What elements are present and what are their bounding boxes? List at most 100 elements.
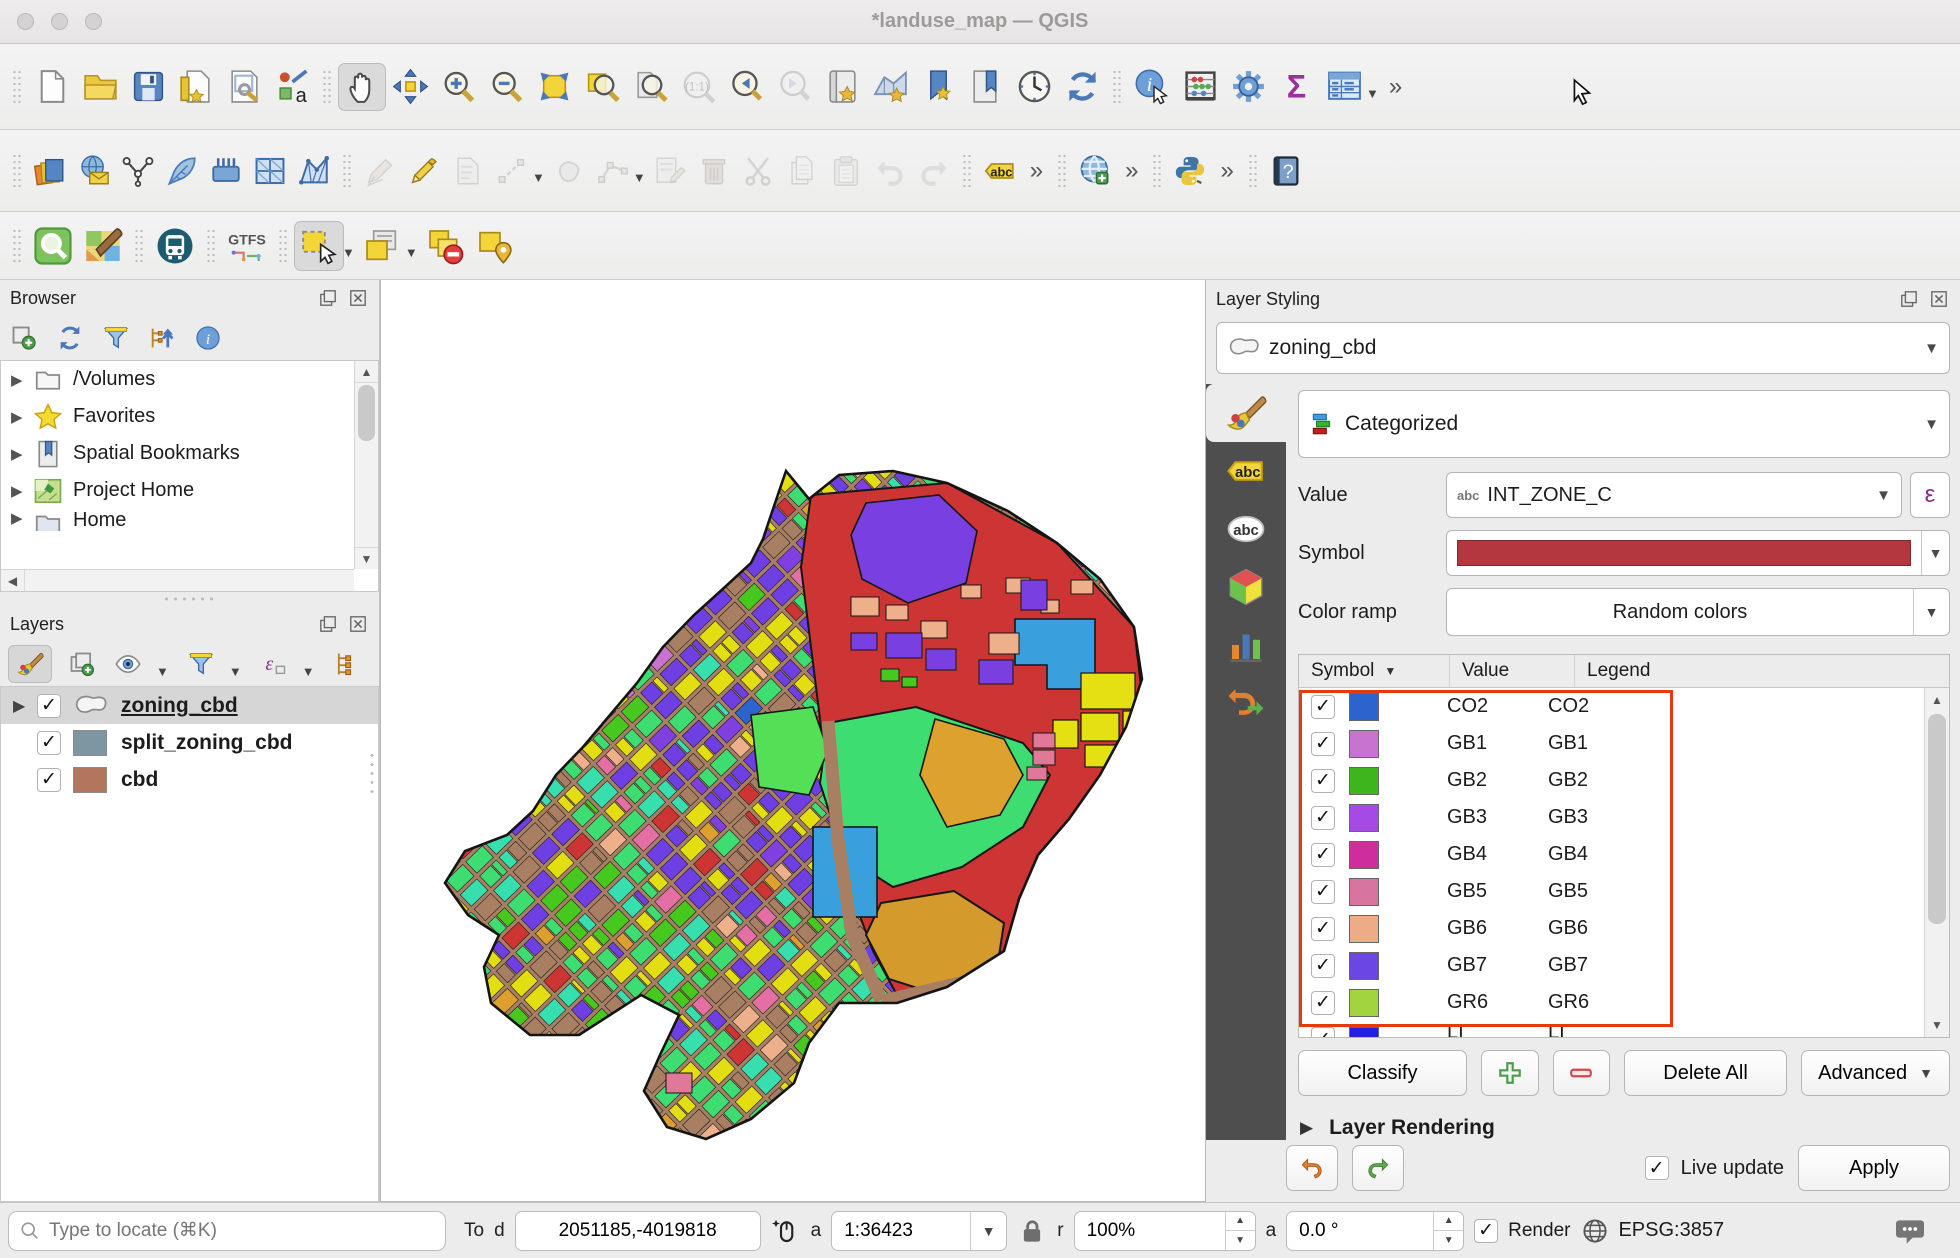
layer-visibility-checkbox[interactable]: ✓ xyxy=(37,694,61,718)
category-symbol[interactable] xyxy=(1349,1027,1379,1037)
panel-edge-handle[interactable] xyxy=(369,751,375,797)
identify-features-button[interactable]: i xyxy=(1128,63,1176,111)
live-update-checkbox[interactable]: ✓ xyxy=(1645,1156,1669,1180)
remove-category-button[interactable] xyxy=(1553,1050,1611,1096)
expander-icon[interactable]: ▶ xyxy=(13,696,37,716)
pan-to-selection-button[interactable] xyxy=(386,63,434,111)
new-geopackage-layer-button[interactable] xyxy=(160,149,204,193)
mouse-position-icon[interactable] xyxy=(771,1216,801,1246)
category-checkbox[interactable]: ✓ xyxy=(1311,806,1335,830)
browser-close-button[interactable] xyxy=(347,287,369,309)
tab-symbology[interactable] xyxy=(1206,384,1286,442)
category-row[interactable]: ✓GB6GB6 xyxy=(1299,910,1924,947)
browser-item-spatial-bookmarks[interactable]: ▶ Spatial Bookmarks xyxy=(1,435,378,472)
python-console-button[interactable] xyxy=(1168,149,1212,193)
category-row[interactable]: ✓GB1GB1 xyxy=(1299,725,1924,762)
category-row[interactable]: ✓GB2GB2 xyxy=(1299,762,1924,799)
sort-by-legend-header[interactable]: Legend xyxy=(1587,660,1949,682)
zoom-out-button[interactable] xyxy=(482,63,530,111)
layers-close-button[interactable] xyxy=(347,613,369,635)
browser-refresh-button[interactable] xyxy=(54,322,86,354)
web-toolbar-overflow[interactable]: » xyxy=(1117,157,1146,185)
category-row[interactable]: ✓GB3GB3 xyxy=(1299,799,1924,836)
web-plugin-button[interactable] xyxy=(1073,149,1117,193)
label-toolbar-overflow[interactable]: » xyxy=(1022,157,1051,185)
crs-status[interactable]: EPSG:3857 xyxy=(1580,1216,1724,1246)
zoom-in-button[interactable] xyxy=(434,63,482,111)
paste-features-button[interactable] xyxy=(824,149,868,193)
zoom-full-button[interactable] xyxy=(530,63,578,111)
style-manager-button[interactable]: a xyxy=(268,63,316,111)
category-row[interactable]: ✓GB4GB4 xyxy=(1299,836,1924,873)
new-3d-map-view-button[interactable] xyxy=(866,63,914,111)
layer-item-cbd[interactable]: ✓ cbd xyxy=(1,761,378,798)
map-canvas[interactable] xyxy=(380,280,1206,1202)
scrollbar-thumb[interactable] xyxy=(1928,714,1946,924)
category-symbol[interactable] xyxy=(1349,878,1379,906)
python-toolbar-overflow[interactable]: » xyxy=(1212,157,1241,185)
move-feature-button[interactable] xyxy=(547,149,591,193)
open-layer-styling-button[interactable] xyxy=(8,645,52,683)
tab-labels[interactable]: abc xyxy=(1206,442,1286,500)
category-row[interactable]: ✓GB7GB7 xyxy=(1299,947,1924,984)
styling-float-button[interactable] xyxy=(1898,288,1920,310)
browser-collapse-all-button[interactable] xyxy=(146,322,178,354)
browser-item-project-home[interactable]: ▶ Project Home xyxy=(1,472,378,509)
zoom-next-button[interactable] xyxy=(770,63,818,111)
add-raster-layer-button[interactable] xyxy=(248,149,292,193)
refresh-map-button[interactable] xyxy=(1058,63,1106,111)
vertex-tool-button[interactable] xyxy=(591,149,635,193)
toolbar-handle[interactable] xyxy=(278,228,288,264)
open-project-button[interactable] xyxy=(76,63,124,111)
undo-button[interactable] xyxy=(868,149,912,193)
category-symbol[interactable] xyxy=(1349,989,1379,1017)
scale-input[interactable] xyxy=(832,1220,970,1242)
expander-icon[interactable]: ▶ xyxy=(11,408,33,426)
spin-down-icon[interactable]: ▼ xyxy=(1434,1231,1463,1250)
style-undo-button[interactable] xyxy=(1286,1145,1338,1191)
spin-up-icon[interactable]: ▲ xyxy=(1226,1212,1255,1232)
browser-item-favorites[interactable]: ▶ Favorites xyxy=(1,398,378,435)
value-field-selector[interactable]: abc INT_ZONE_C ▼ xyxy=(1446,472,1902,518)
category-checkbox[interactable]: ✓ xyxy=(1311,732,1335,756)
help-button[interactable]: ? xyxy=(1264,149,1308,193)
browser-add-layer-button[interactable] xyxy=(8,322,40,354)
toolbar-handle[interactable] xyxy=(962,153,972,189)
category-symbol[interactable] xyxy=(1349,915,1379,943)
browser-float-button[interactable] xyxy=(317,287,339,309)
data-source-manager-button[interactable] xyxy=(28,149,72,193)
category-checkbox[interactable]: ✓ xyxy=(1311,991,1335,1015)
category-row[interactable]: ✓GR6GR6 xyxy=(1299,984,1924,1021)
category-symbol[interactable] xyxy=(1349,730,1379,758)
manage-map-themes-button[interactable] xyxy=(112,648,144,680)
sort-by-symbol-header[interactable]: Symbol▼ xyxy=(1299,660,1449,682)
renderer-selector[interactable]: Categorized ▼ xyxy=(1298,390,1950,458)
select-features-button[interactable] xyxy=(294,221,344,271)
current-edits-button[interactable] xyxy=(358,149,402,193)
category-checkbox[interactable]: ✓ xyxy=(1311,695,1335,719)
tab-history[interactable] xyxy=(1206,674,1286,732)
tab-3d-view[interactable] xyxy=(1206,558,1286,616)
category-row[interactable]: ✓GB5GB5 xyxy=(1299,873,1924,910)
magnifier-spinbox[interactable]: ▲▼ xyxy=(1074,1211,1256,1251)
messages-icon[interactable] xyxy=(1892,1215,1928,1247)
spin-up-icon[interactable]: ▲ xyxy=(1434,1212,1463,1232)
scroll-up-icon[interactable]: ▲ xyxy=(355,361,378,383)
category-checkbox[interactable]: ✓ xyxy=(1311,1027,1335,1037)
new-map-view-button[interactable] xyxy=(818,63,866,111)
chevron-down-icon[interactable]: ▼ xyxy=(970,1212,1006,1250)
category-checkbox[interactable]: ✓ xyxy=(1311,954,1335,978)
toolbar-handle[interactable] xyxy=(322,69,332,105)
map-themes-dropdown[interactable]: ▼ xyxy=(156,664,169,679)
scroll-down-icon[interactable]: ▼ xyxy=(1925,1013,1949,1037)
pan-map-button[interactable] xyxy=(338,63,386,111)
panel-splitter[interactable] xyxy=(0,592,379,606)
rotation-input[interactable] xyxy=(1287,1220,1433,1242)
deselect-features-button[interactable] xyxy=(420,221,470,271)
toolbar-handle[interactable] xyxy=(12,153,22,189)
category-symbol[interactable] xyxy=(1349,804,1379,832)
apply-button[interactable]: Apply xyxy=(1798,1145,1950,1191)
classify-button[interactable]: Classify xyxy=(1298,1050,1467,1096)
categories-scrollbar[interactable]: ▲ ▼ xyxy=(1924,688,1949,1037)
browser-item-home[interactable]: ▶ Home xyxy=(1,509,378,531)
